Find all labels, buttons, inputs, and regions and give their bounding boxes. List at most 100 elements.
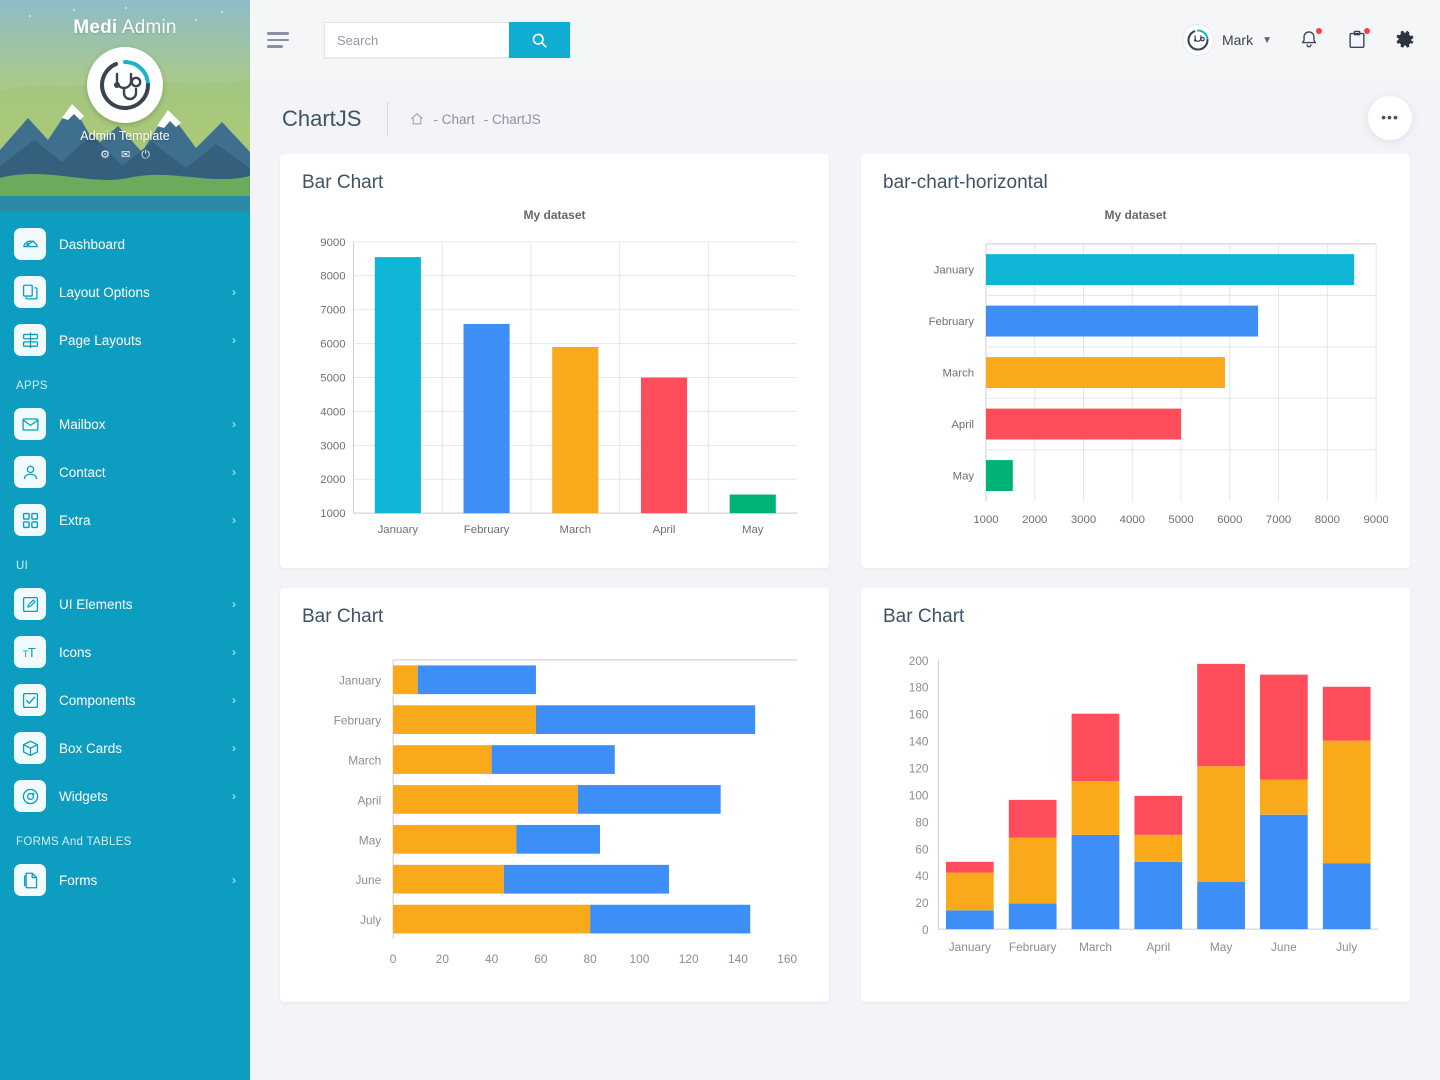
chevron-right-icon: › <box>232 789 236 803</box>
sidebar-item-forms[interactable]: Forms › <box>0 856 250 904</box>
sidebar-item-label: Components <box>59 692 136 708</box>
logo <box>87 47 163 123</box>
breadcrumb-item-chart[interactable]: - Chart <box>433 112 474 127</box>
tasks-button[interactable] <box>1346 28 1370 51</box>
chevron-right-icon: › <box>232 513 236 527</box>
svg-text:180: 180 <box>909 681 929 695</box>
sidebar-item-label: Forms <box>59 872 98 888</box>
page-title: ChartJS <box>282 106 362 131</box>
checkbox-icon <box>14 684 46 716</box>
chevron-right-icon: › <box>232 597 236 611</box>
sidebar-item-page-layouts[interactable]: Page Layouts › <box>0 316 250 364</box>
gear-icon[interactable]: ⚙ <box>100 150 110 161</box>
dashboard-icon <box>14 228 46 260</box>
sidebar-header: Medi Admin Admin Template ⚙ ✉ ⏻ <box>0 0 250 212</box>
svg-text:200: 200 <box>909 654 929 668</box>
card-bar-chart-horizontal: bar-chart-horizontal My dataset 1000 2000… <box>861 154 1410 568</box>
sidebar-item-label: Widgets <box>59 788 108 804</box>
breadcrumb-item-chartjs[interactable]: - ChartJS <box>484 112 541 127</box>
sidebar-item-dashboard[interactable]: Dashboard <box>0 220 250 268</box>
chart-bar-stacked-vertical[interactable]: 0 20 40 60 80 100 120 140 160 180 200 January Februa… <box>883 642 1388 984</box>
chevron-right-icon: › <box>232 285 236 299</box>
user-icon <box>14 456 46 488</box>
chevron-right-icon: › <box>232 873 236 887</box>
tasks-badge-dot <box>1364 28 1370 34</box>
sidebar-item-icons[interactable]: T T Icons › <box>0 628 250 676</box>
sidebar-item-ui-elements[interactable]: UI Elements › <box>0 580 250 628</box>
sidebar-item-label: Box Cards <box>59 740 123 756</box>
menu-toggle-icon[interactable] <box>262 25 292 55</box>
svg-text:1000: 1000 <box>320 508 345 520</box>
power-icon[interactable]: ⏻ <box>141 150 150 161</box>
card-title: bar-chart-horizontal <box>883 172 1048 193</box>
topbar: Mark ▼ <box>250 0 1440 80</box>
sidebar: Medi Admin Admin Template ⚙ ✉ ⏻ Dashboar… <box>0 0 250 1080</box>
svg-text:7000: 7000 <box>320 305 345 317</box>
search-button[interactable] <box>509 22 570 58</box>
chevron-right-icon: › <box>232 693 236 707</box>
sidebar-item-contact[interactable]: Contact › <box>0 448 250 496</box>
svg-text:60: 60 <box>915 842 929 856</box>
svg-text:40: 40 <box>485 952 499 966</box>
sidebar-item-box-cards[interactable]: Box Cards › <box>0 724 250 772</box>
chart-bar-stacked-horizontal[interactable]: January February March April May June July 0 20 4… <box>302 642 807 984</box>
dataset-title: My dataset <box>1104 208 1167 222</box>
chart-canvas: January February March April May June July 0 20 4… <box>334 659 797 966</box>
brand-light: Admin <box>117 17 177 38</box>
svg-text:July: July <box>360 913 381 927</box>
svg-text:140: 140 <box>909 734 929 748</box>
svg-text:5000: 5000 <box>1168 514 1193 526</box>
home-icon[interactable] <box>410 112 424 126</box>
sidebar-item-layout-options[interactable]: Layout Options › <box>0 268 250 316</box>
app-root: Medi Admin Admin Template ⚙ ✉ ⏻ Dashboar… <box>0 0 1440 1080</box>
nav-section-ui: UI <box>16 560 29 572</box>
sidebar-item-extra[interactable]: Extra › <box>0 496 250 544</box>
mail-icon[interactable]: ✉ <box>121 150 130 161</box>
svg-text:2000: 2000 <box>1022 514 1047 526</box>
sidebar-item-mailbox[interactable]: Mailbox › <box>0 400 250 448</box>
sidebar-item-components[interactable]: Components › <box>0 676 250 724</box>
svg-text:May: May <box>953 471 975 483</box>
notifications-button[interactable] <box>1298 28 1322 51</box>
chart-canvas: 1000 2000 3000 4000 5000 6000 7000 8000 9000 Janu… <box>929 243 1389 526</box>
svg-text:100: 100 <box>909 788 929 802</box>
user-name: Mark <box>1221 32 1254 48</box>
chart-canvas: 0 20 40 60 80 100 120 140 160 180 200 January Februa… <box>909 654 1379 954</box>
svg-text:T: T <box>27 644 35 659</box>
breadcrumb: - Chart - ChartJS <box>410 112 541 127</box>
chart-bar-vertical[interactable]: 1000 2000 3000 4000 5000 6000 7000 8000 9000 Janu… <box>302 228 807 550</box>
brand[interactable]: Medi Admin <box>0 0 250 39</box>
sidebar-item-widgets[interactable]: Widgets › <box>0 772 250 820</box>
notification-badge-dot <box>1316 28 1322 34</box>
chevron-right-icon: › <box>232 741 236 755</box>
user-menu[interactable]: Mark ▼ <box>1182 25 1272 55</box>
nav-section-apps: APPS <box>16 380 48 392</box>
chevron-right-icon: › <box>232 645 236 659</box>
card-bar-chart-vertical: Bar Chart My dataset 1000 2000 3000 4000 500… <box>280 154 829 568</box>
svg-text:6000: 6000 <box>320 339 345 351</box>
more-options-button[interactable]: ••• <box>1368 96 1412 140</box>
svg-text:March: March <box>559 524 591 536</box>
stethoscope-avatar-icon <box>1187 29 1209 51</box>
sidebar-item-label: Dashboard <box>59 236 126 252</box>
widget-icon <box>14 780 46 812</box>
svg-text:April: April <box>357 793 381 807</box>
settings-button[interactable] <box>1394 29 1416 51</box>
svg-text:8000: 8000 <box>1315 514 1340 526</box>
svg-text:February: February <box>334 713 382 727</box>
sidebar-nav: Dashboard Layout Options › Page Layouts › APP… <box>0 212 250 924</box>
svg-text:20: 20 <box>436 952 450 966</box>
sidebar-item-label: Layout Options <box>59 284 150 300</box>
svg-text:160: 160 <box>909 707 929 721</box>
search-input[interactable] <box>324 22 509 58</box>
svg-text:June: June <box>355 873 381 887</box>
svg-text:0: 0 <box>390 952 397 966</box>
grid-icon <box>14 504 46 536</box>
search-box <box>324 22 570 58</box>
svg-text:May: May <box>742 524 764 536</box>
chart-bar-horizontal[interactable]: 1000 2000 3000 4000 5000 6000 7000 8000 9000 Janu… <box>883 228 1389 550</box>
typography-icon: TT <box>14 636 46 668</box>
more-options-label: ••• <box>1381 109 1399 126</box>
avatar <box>1182 25 1213 55</box>
svg-text:June: June <box>1271 940 1297 954</box>
